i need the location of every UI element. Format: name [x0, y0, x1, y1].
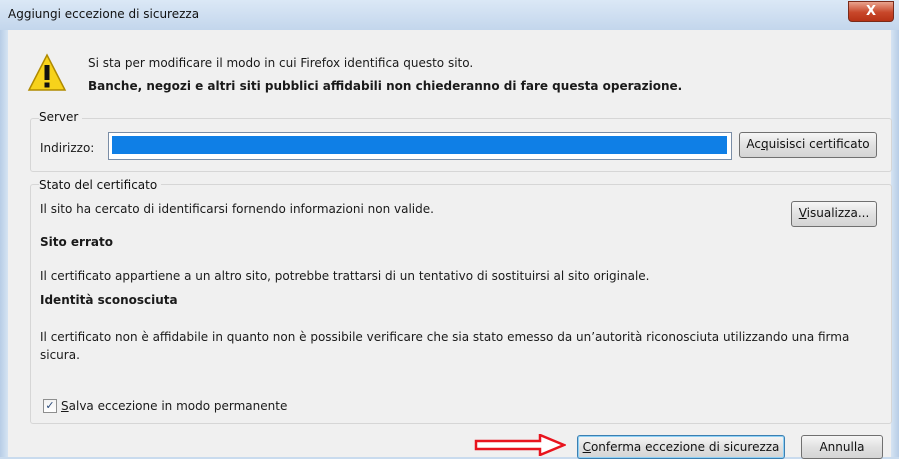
get-certificate-label-end: uisisci certificato [768, 137, 870, 151]
header-warning: Banche, negozi e altri siti pubblici aff… [88, 79, 683, 93]
window-frame-left [0, 30, 8, 457]
close-icon: X [865, 4, 877, 19]
view-button[interactable]: Visualizza... [791, 201, 877, 227]
unknown-identity-text-1: Il certificato non è affidabile in quant… [40, 330, 850, 344]
permanent-accesskey: S [61, 399, 69, 413]
confirm-exception-button[interactable]: Conferma eccezione di sicurezza [577, 435, 785, 459]
checkbox-checked-icon: ✓ [45, 399, 55, 412]
address-selection [112, 136, 727, 154]
certificate-status-label: Stato del certificato [39, 178, 162, 192]
get-certificate-accesskey: q [760, 137, 769, 151]
cancel-button[interactable]: Annulla [801, 435, 883, 459]
address-label: Indirizzo: [40, 141, 95, 155]
get-certificate-label-start: Ac [746, 137, 761, 151]
server-group-label: Server [39, 110, 83, 124]
wrong-site-title: Sito errato [40, 235, 113, 249]
window-title: Aggiungi eccezione di sicurezza [8, 7, 200, 21]
cancel-label: Annulla [819, 440, 865, 454]
red-arrow-icon [474, 434, 566, 456]
address-input[interactable] [108, 132, 732, 160]
warning-icon [27, 53, 67, 91]
window-frame-right [891, 30, 899, 457]
confirm-accesskey: C [582, 440, 591, 454]
permanent-label[interactable]: Salva eccezione in modo permanente [61, 399, 287, 413]
unknown-identity-text-2: sicura. [40, 348, 80, 362]
confirm-label: onferma eccezione di sicurezza [590, 440, 780, 454]
permanent-checkbox[interactable]: ✓ [43, 399, 57, 413]
unknown-identity-title: Identità sconosciuta [40, 293, 178, 307]
view-label: isualizza... [806, 206, 870, 220]
permanent-label-text: alva eccezione in modo permanente [68, 399, 288, 413]
title-bar: Aggiungi eccezione di sicurezza X [0, 0, 899, 31]
view-accesskey: V [798, 206, 807, 220]
get-certificate-button[interactable]: Acquisisci certificato [739, 132, 877, 158]
close-button[interactable]: X [848, 1, 894, 22]
status-intro: Il sito ha cercato di identificarsi forn… [40, 202, 434, 216]
wrong-site-text: Il certificato appartiene a un altro sit… [40, 269, 650, 283]
header-message: Si sta per modificare il modo in cui Fir… [88, 56, 474, 70]
